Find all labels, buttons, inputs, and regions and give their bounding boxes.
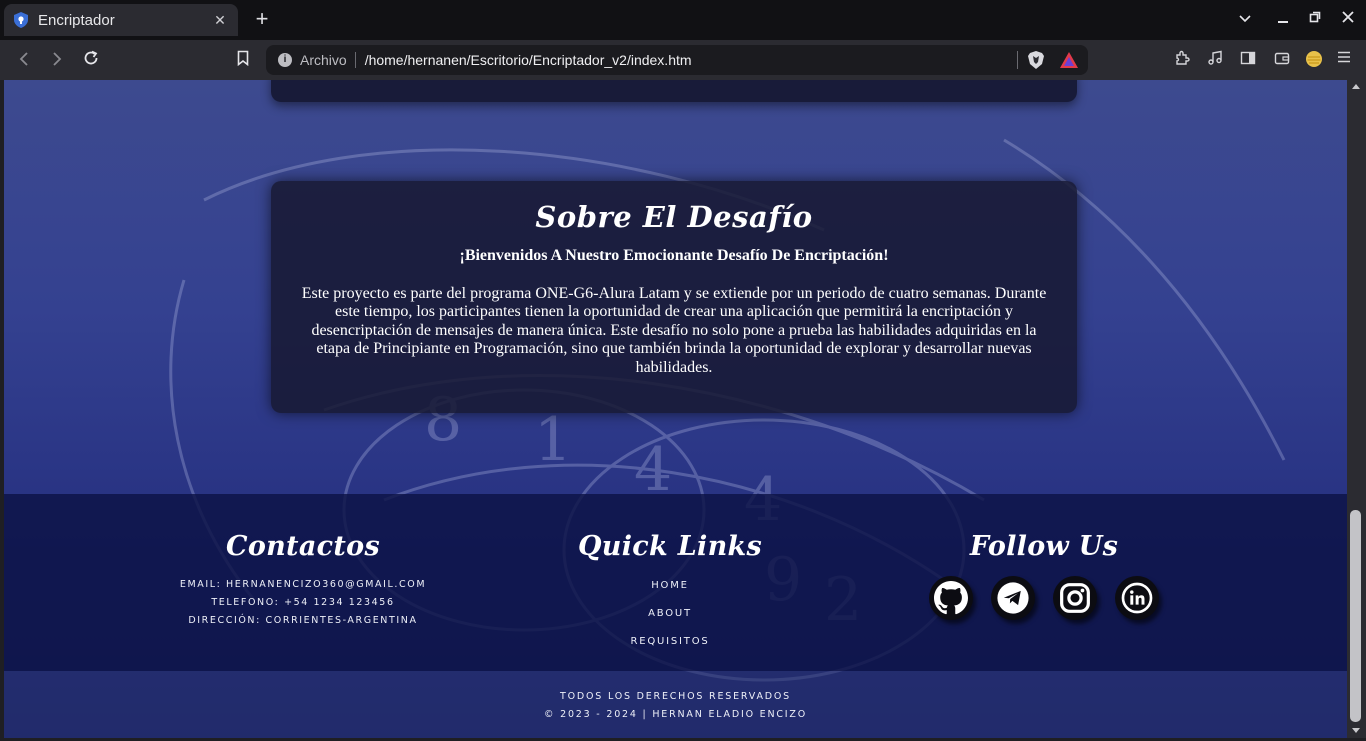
wallet-icon[interactable] xyxy=(1272,50,1292,70)
tab-strip: Encriptador ✕ + xyxy=(0,0,1366,40)
about-subtitle: ¡Bienvenidos A Nuestro Emocionante Desaf… xyxy=(459,247,889,264)
tab-search-icon[interactable] xyxy=(1235,10,1255,26)
scroll-down-arrow-icon[interactable] xyxy=(1352,728,1360,733)
back-icon[interactable] xyxy=(14,50,34,70)
rights-reserved-text: TODOS LOS DERECHOS RESERVADOS xyxy=(560,691,791,702)
scroll-thumb[interactable] xyxy=(1350,510,1361,722)
close-window-icon[interactable] xyxy=(1338,10,1358,26)
omnibox-divider-right xyxy=(1017,51,1018,69)
minimize-icon[interactable] xyxy=(1273,10,1293,26)
about-title: Sobre El Desafío xyxy=(535,200,813,234)
shield-favicon-icon xyxy=(14,12,28,28)
contact-email: EMAIL: HERNANENCIZO360@GMAIL.COM xyxy=(179,579,427,590)
tab-close-icon[interactable]: ✕ xyxy=(212,12,228,29)
brave-shield-icon[interactable] xyxy=(1028,51,1044,69)
scroll-up-arrow-icon[interactable] xyxy=(1352,84,1360,89)
copyright-bar: TODOS LOS DERECHOS RESERVADOS © 2023 - 2… xyxy=(4,671,1347,738)
quick-links-column: Quick Links HOME ABOUT REQUISITOS xyxy=(570,530,770,656)
page-viewport: 8 1 4 4 2 9 Sobre El Desafío ¡Bienvenido… xyxy=(4,80,1347,738)
contact-phone: TELEFONO: +54 1234 123456 xyxy=(211,597,395,608)
svg-text:1: 1 xyxy=(534,405,572,475)
forward-icon[interactable] xyxy=(47,50,67,70)
quick-links-heading: Quick Links xyxy=(577,531,763,562)
contacts-column: Contactos EMAIL: HERNANENCIZO360@GMAIL.C… xyxy=(174,530,432,630)
tab-title: Encriptador xyxy=(38,11,115,29)
url-text[interactable]: /home/hernanen/Escritorio/Encriptador_v2… xyxy=(365,52,1017,68)
about-description: Este proyecto es parte del programa ONE-… xyxy=(301,285,1047,376)
contacts-heading: Contactos xyxy=(226,531,380,562)
footer-link-home[interactable]: HOME xyxy=(570,572,770,600)
profile-icon[interactable] xyxy=(1304,50,1324,70)
follow-us-heading: Follow Us xyxy=(969,531,1119,562)
previous-section-card xyxy=(271,80,1077,102)
telegram-icon[interactable] xyxy=(991,576,1035,620)
follow-us-column: Follow Us xyxy=(924,530,1164,620)
page-scrollbar[interactable] xyxy=(1347,80,1366,738)
footer-link-requisitos[interactable]: REQUISITOS xyxy=(570,628,770,656)
browser-tab[interactable]: Encriptador ✕ xyxy=(4,4,238,36)
bookmark-icon[interactable] xyxy=(233,50,253,70)
extensions-icon[interactable] xyxy=(1172,50,1192,70)
omnibox-divider xyxy=(354,52,356,68)
github-icon[interactable] xyxy=(929,576,973,620)
new-tab-button[interactable]: + xyxy=(250,8,274,32)
linkedin-icon[interactable] xyxy=(1115,576,1159,620)
instagram-icon[interactable] xyxy=(1053,576,1097,620)
site-footer: Contactos EMAIL: HERNANENCIZO360@GMAIL.C… xyxy=(4,494,1347,671)
sidebar-icon[interactable] xyxy=(1238,50,1258,70)
menu-icon[interactable] xyxy=(1334,50,1354,70)
omnibox-scheme-label: Archivo xyxy=(300,52,347,68)
contact-address: DIRECCIÓN: CORRIENTES-ARGENTINA xyxy=(188,615,418,626)
about-challenge-card: Sobre El Desafío ¡Bienvenidos A Nuestro … xyxy=(271,181,1077,413)
restore-icon[interactable] xyxy=(1305,10,1325,26)
footer-link-about[interactable]: ABOUT xyxy=(570,600,770,628)
brave-rewards-icon[interactable] xyxy=(1060,52,1078,68)
reload-icon[interactable] xyxy=(81,50,101,70)
address-bar[interactable]: i Archivo /home/hernanen/Escritorio/Encr… xyxy=(266,45,1088,75)
copyright-text: © 2023 - 2024 | HERNAN ELADIO ENCIZO xyxy=(543,709,807,720)
info-icon[interactable]: i xyxy=(278,53,292,67)
social-links xyxy=(924,576,1164,620)
media-icon[interactable] xyxy=(1205,50,1225,70)
